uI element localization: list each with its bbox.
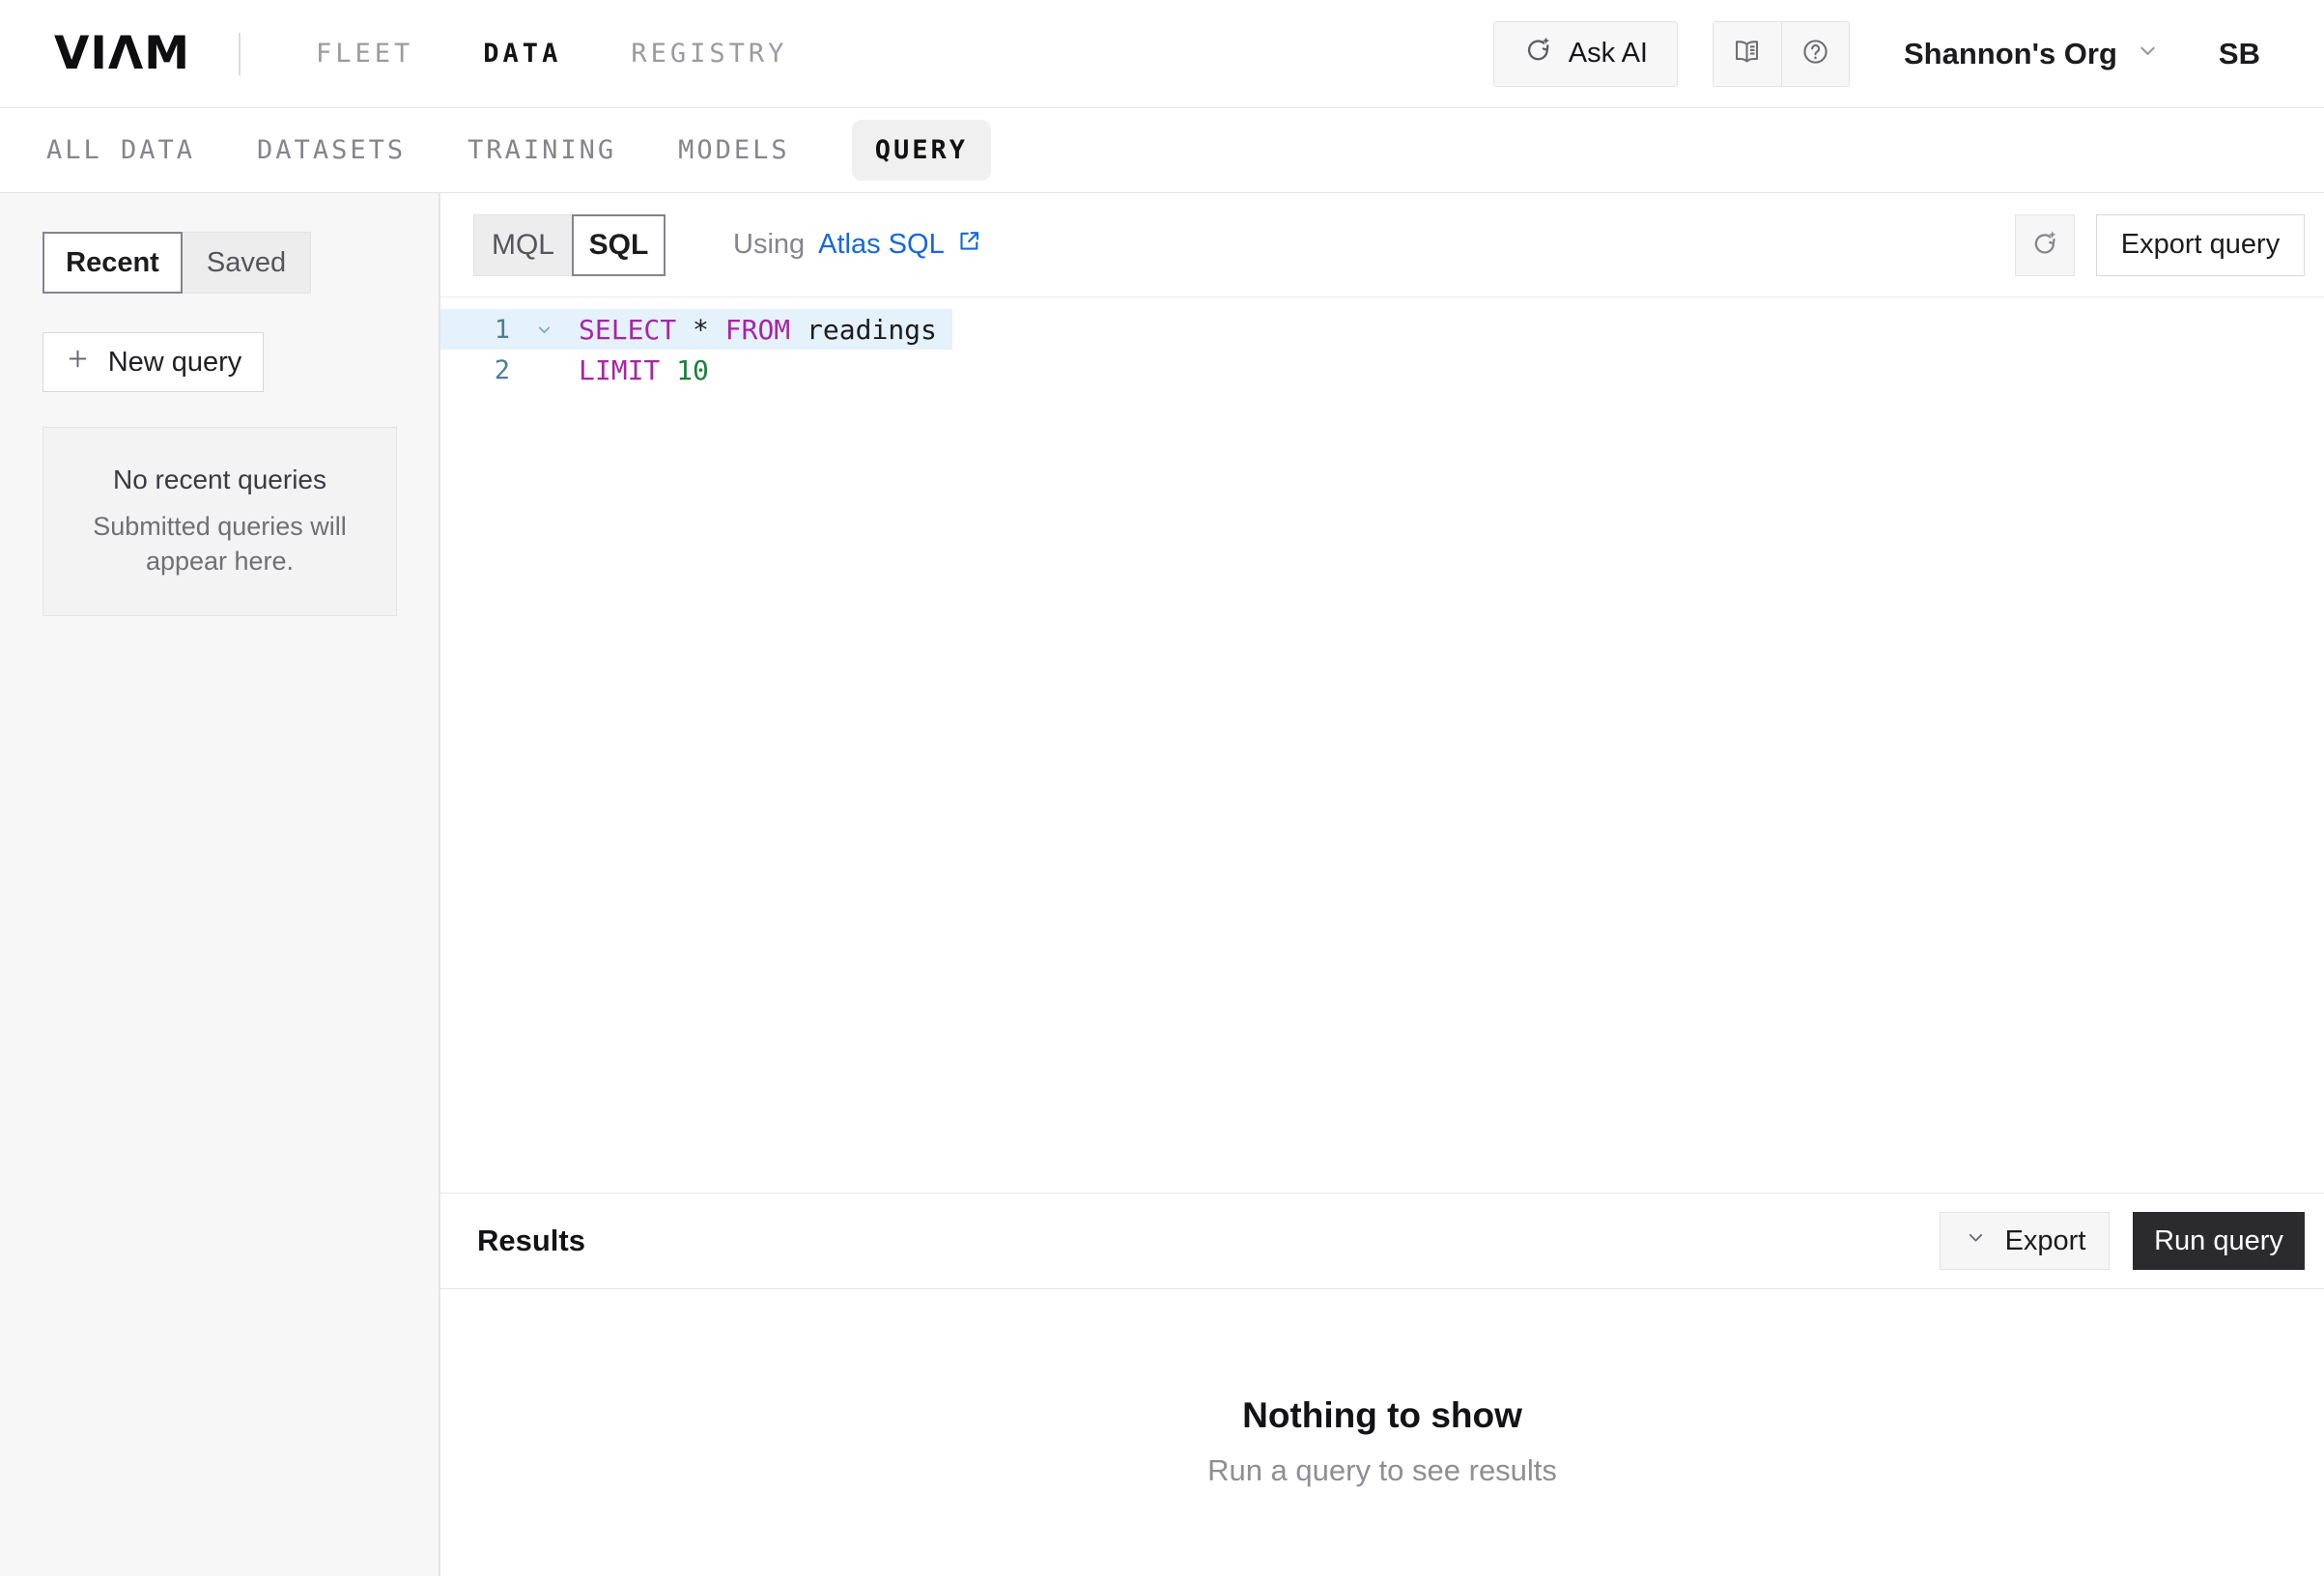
atlas-sql-link-label: Atlas SQL [818, 229, 945, 261]
tab-query[interactable]: QUERY [852, 120, 991, 181]
recent-queries-empty-state: No recent queries Submitted queries will… [43, 427, 397, 616]
nav-item-registry[interactable]: REGISTRY [631, 39, 787, 69]
export-results-label: Export [2005, 1225, 2086, 1257]
atlas-sql-link[interactable]: Atlas SQL [818, 228, 982, 262]
recent-tab[interactable]: Recent [43, 232, 183, 294]
using-label: Using [733, 229, 805, 261]
results-empty-state: Nothing to show Run a query to see resul… [440, 1289, 2324, 1576]
help-button[interactable] [1781, 22, 1849, 86]
sql-keyword: FROM [725, 314, 807, 346]
plus-icon [65, 346, 91, 380]
editor-gutter: 1 [440, 309, 579, 350]
avatar-initials[interactable]: SB [2219, 37, 2260, 71]
new-query-label: New query [108, 347, 242, 379]
run-query-button[interactable]: Run query [2133, 1212, 2305, 1270]
tab-models[interactable]: MODELS [678, 135, 790, 165]
export-results-button[interactable]: Export [1940, 1212, 2110, 1270]
line-number: 1 [440, 315, 510, 345]
content-area: Recent Saved New query No recent queries… [0, 193, 2324, 1576]
fold-chevron-icon[interactable] [510, 320, 579, 340]
query-toolbar: MQL SQL Using Atlas SQL [440, 193, 2324, 297]
tab-all-data[interactable]: ALL DATA [46, 135, 195, 165]
external-link-icon [956, 228, 982, 262]
empty-state-title: No recent queries [113, 464, 326, 495]
resource-icon-group [1713, 21, 1850, 87]
results-header: Results Export Run query [440, 1193, 2324, 1289]
sparkle-refresh-icon [1523, 35, 1553, 72]
chevron-down-icon [1964, 1225, 1988, 1257]
line-number: 2 [440, 355, 510, 385]
sql-token: * [693, 314, 725, 346]
results-title: Results [477, 1224, 585, 1258]
mql-mode-toggle[interactable]: MQL [473, 214, 572, 276]
nav-item-data[interactable]: DATA [483, 39, 561, 69]
ask-ai-button[interactable]: Ask AI [1493, 21, 1678, 87]
chevron-down-icon [2135, 37, 2161, 71]
help-circle-icon [1800, 37, 1830, 71]
sql-identifier: readings [807, 314, 937, 346]
export-query-button[interactable]: Export query [2096, 214, 2305, 276]
sql-number-literal: 10 [676, 354, 709, 386]
tab-datasets[interactable]: DATASETS [257, 135, 406, 165]
top-bar: VIΛM FLEET DATA REGISTRY Ask AI [0, 0, 2324, 108]
code-line[interactable]: 1 SELECT * FROM readings [440, 309, 2324, 350]
topbar-divider [239, 33, 241, 75]
ask-ai-label: Ask AI [1569, 38, 1648, 70]
book-icon [1732, 37, 1762, 71]
sparkle-refresh-icon [2030, 229, 2059, 261]
org-name: Shannon's Org [1904, 37, 2117, 71]
empty-state-subtitle: Submitted queries will appear here. [75, 509, 365, 579]
results-empty-title: Nothing to show [1242, 1395, 1522, 1436]
new-query-button[interactable]: New query [43, 332, 264, 392]
docs-button[interactable] [1714, 22, 1781, 86]
query-main-panel: MQL SQL Using Atlas SQL [440, 193, 2324, 1576]
saved-tab[interactable]: Saved [183, 232, 311, 294]
primary-nav: FLEET DATA REGISTRY [316, 39, 787, 69]
tab-training[interactable]: TRAINING [468, 135, 616, 165]
org-selector[interactable]: Shannon's Org [1904, 37, 2161, 71]
sql-mode-toggle[interactable]: SQL [572, 214, 666, 276]
recent-saved-toggle: Recent Saved [43, 232, 396, 294]
sql-keyword: SELECT [579, 314, 693, 346]
using-atlas-sql: Using Atlas SQL [733, 228, 982, 262]
viam-logo[interactable]: VIΛM [54, 27, 190, 80]
regenerate-query-button[interactable] [2015, 214, 2075, 276]
code-line[interactable]: 2 LIMIT 10 [440, 350, 2324, 390]
data-subnav: ALL DATA DATASETS TRAINING MODELS QUERY [0, 108, 2324, 193]
sql-keyword: LIMIT [579, 354, 676, 386]
editor-gutter: 2 [440, 350, 579, 390]
sql-code-editor[interactable]: 1 SELECT * FROM readings 2 LIMIT 10 [440, 297, 2324, 1193]
code-text: LIMIT 10 [579, 350, 724, 390]
topbar-right-cluster: Ask AI [1493, 21, 2260, 87]
results-empty-subtitle: Run a query to see results [1207, 1453, 1557, 1488]
query-sidebar: Recent Saved New query No recent queries… [0, 193, 440, 1576]
code-text: SELECT * FROM readings [579, 309, 952, 350]
nav-item-fleet[interactable]: FLEET [316, 39, 413, 69]
